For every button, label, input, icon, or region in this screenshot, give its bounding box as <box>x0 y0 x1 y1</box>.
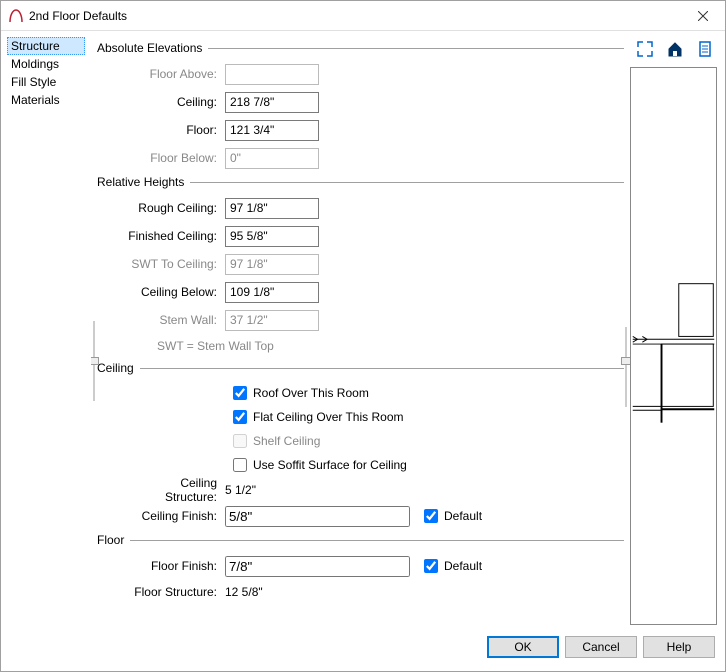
input-finished-ceiling[interactable] <box>225 226 319 247</box>
label-flat-ceiling: Flat Ceiling Over This Room <box>253 410 404 424</box>
hint-swt: SWT = Stem Wall Top <box>97 335 624 357</box>
label-ceiling-finish-default: Default <box>444 509 482 523</box>
input-floor-elev[interactable] <box>225 120 319 141</box>
section-preview <box>630 67 717 625</box>
page-icon[interactable] <box>693 37 717 61</box>
chk-shelf-ceiling <box>233 434 247 448</box>
structure-panel: Absolute Elevations Floor Above: Ceiling… <box>91 31 630 631</box>
input-ceiling-below[interactable] <box>225 282 319 303</box>
label-floor-below: Floor Below: <box>97 151 225 165</box>
chk-flat-ceiling[interactable] <box>233 410 247 424</box>
sidebar-item-fill-style[interactable]: Fill Style <box>7 73 85 91</box>
left-rail-slider[interactable] <box>91 321 99 401</box>
label-roof-over: Roof Over This Room <box>253 386 369 400</box>
chk-soffit-surface[interactable] <box>233 458 247 472</box>
label-floor-finish: Floor Finish: <box>97 559 225 573</box>
input-floor-finish[interactable] <box>225 556 410 577</box>
arch-icon <box>9 9 23 23</box>
label-soffit-surface: Use Soffit Surface for Ceiling <box>253 458 407 472</box>
label-ceiling-below: Ceiling Below: <box>97 285 225 299</box>
input-rough-ceiling[interactable] <box>225 198 319 219</box>
chk-roof-over[interactable] <box>233 386 247 400</box>
label-floor-finish-default: Default <box>444 559 482 573</box>
category-sidebar: Structure Moldings Fill Style Materials <box>1 31 91 631</box>
value-ceiling-structure: 5 1/2" <box>225 483 256 497</box>
label-rough-ceiling: Rough Ceiling: <box>97 201 225 215</box>
input-floor-above <box>225 64 319 85</box>
sidebar-item-materials[interactable]: Materials <box>7 91 85 109</box>
label-shelf-ceiling: Shelf Ceiling <box>253 434 320 448</box>
close-icon[interactable] <box>680 1 725 30</box>
input-floor-below <box>225 148 319 169</box>
label-finished-ceiling: Finished Ceiling: <box>97 229 225 243</box>
ok-button[interactable]: OK <box>487 636 559 658</box>
sidebar-item-moldings[interactable]: Moldings <box>7 55 85 73</box>
label-ceiling-finish: Ceiling Finish: <box>97 509 225 523</box>
label-ceiling-structure: Ceiling Structure: <box>97 476 225 504</box>
label-floor-above: Floor Above: <box>97 67 225 81</box>
label-swt-to-ceiling: SWT To Ceiling: <box>97 257 225 271</box>
section-absolute-elevations: Absolute Elevations <box>97 41 202 55</box>
input-stem-wall <box>225 310 319 331</box>
section-relative-heights: Relative Heights <box>97 175 184 189</box>
label-floor-elev: Floor: <box>97 123 225 137</box>
cancel-button[interactable]: Cancel <box>565 636 637 658</box>
input-swt-to-ceiling <box>225 254 319 275</box>
label-ceiling-elev: Ceiling: <box>97 95 225 109</box>
label-stem-wall: Stem Wall: <box>97 313 225 327</box>
window-title: 2nd Floor Defaults <box>29 9 680 23</box>
value-floor-structure: 12 5/8" <box>225 585 263 599</box>
chk-ceiling-finish-default[interactable] <box>424 509 438 523</box>
input-ceiling-finish[interactable] <box>225 506 410 527</box>
input-ceiling-elev[interactable] <box>225 92 319 113</box>
section-ceiling: Ceiling <box>97 361 134 375</box>
chk-floor-finish-default[interactable] <box>424 559 438 573</box>
section-floor: Floor <box>97 533 124 547</box>
sidebar-item-structure[interactable]: Structure <box>7 37 85 55</box>
help-button[interactable]: Help <box>643 636 715 658</box>
house-icon[interactable] <box>663 37 687 61</box>
label-floor-structure: Floor Structure: <box>97 585 225 599</box>
expand-icon[interactable] <box>633 37 657 61</box>
